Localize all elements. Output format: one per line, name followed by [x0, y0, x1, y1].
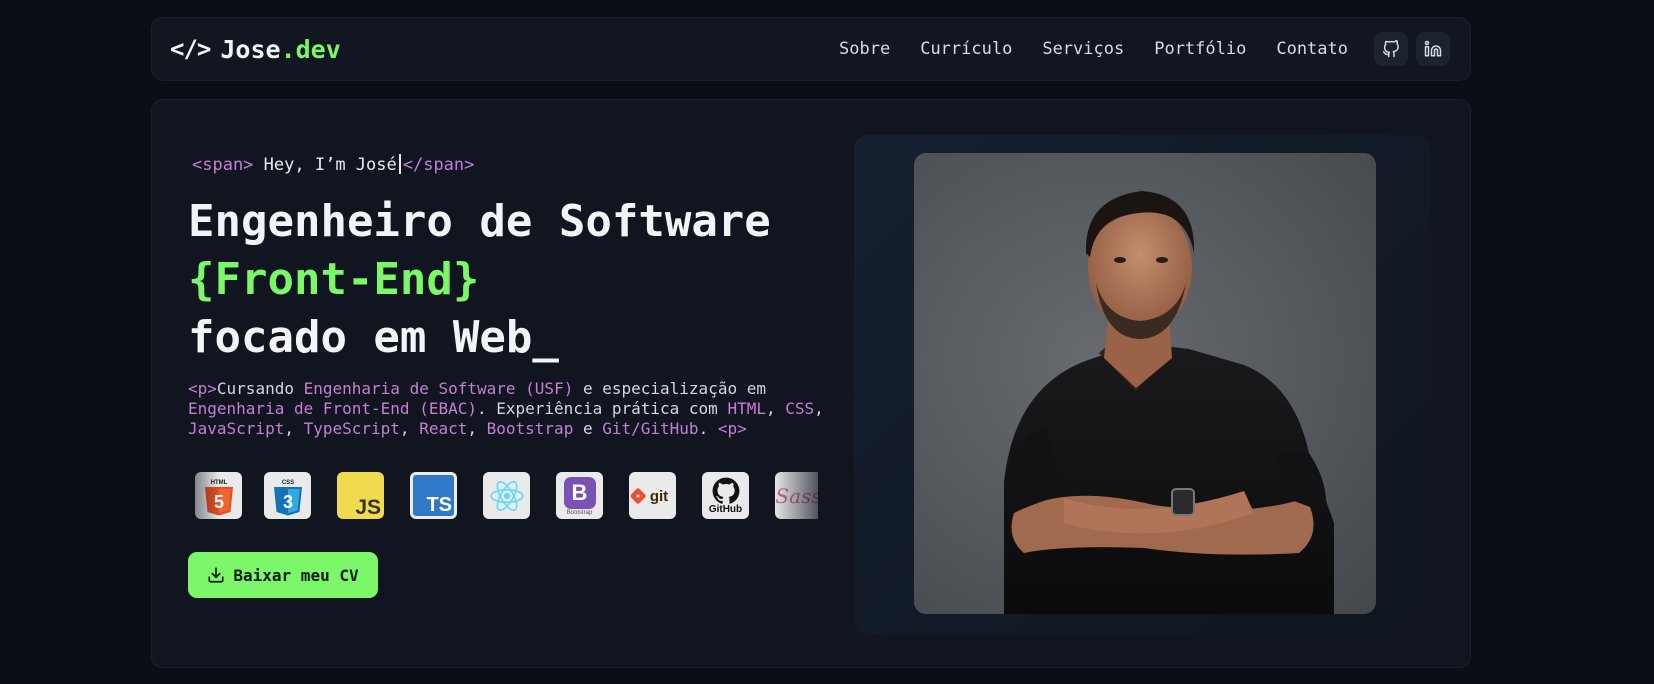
- desc-highlight-html: HTML: [727, 399, 766, 418]
- p-open-tag: <p>: [188, 379, 217, 398]
- download-cv-button[interactable]: Baixar meu CV: [188, 552, 378, 598]
- span-close-tag: </span>: [402, 155, 475, 175]
- nav-right: Sobre Currículo Serviços Portfólio Conta…: [839, 32, 1450, 66]
- hero-description: <p>Cursando Engenharia de Software (USF)…: [188, 379, 828, 439]
- desc-text: .: [698, 419, 709, 438]
- typing-caret: [398, 154, 401, 174]
- github-link-button[interactable]: [1374, 32, 1408, 66]
- nav-links: Sobre Currículo Serviços Portfólio Conta…: [839, 39, 1348, 59]
- desc-highlight-usf: Engenharia de Software (USF): [303, 379, 574, 398]
- download-icon: [208, 567, 224, 583]
- sass-icon: Sass: [775, 472, 818, 519]
- svg-text:CSS: CSS: [281, 480, 293, 486]
- typescript-icon: TS: [410, 472, 457, 519]
- desc-highlight-ebac: Engenharia de Front-End (EBAC): [188, 399, 477, 418]
- nav-link-contato[interactable]: Contato: [1276, 39, 1348, 59]
- nav-link-curriculo[interactable]: Currículo: [920, 39, 1012, 59]
- javascript-icon: JS: [337, 472, 384, 519]
- desc-text: Cursando: [216, 379, 304, 398]
- hero-section: <span> Hey, I’m José </span> Engenheiro d…: [151, 99, 1471, 668]
- desc-highlight-bootstrap: Bootstrap: [486, 419, 574, 438]
- linkedin-link-button[interactable]: [1416, 32, 1450, 66]
- svg-text:3: 3: [282, 492, 292, 512]
- brand-logo[interactable]: </> Jose .dev: [170, 35, 341, 64]
- react-icon: [483, 472, 530, 519]
- svg-text:HTML: HTML: [210, 480, 227, 486]
- intro-text: Hey, I’m José: [263, 155, 397, 175]
- desc-text: e: [573, 419, 603, 438]
- desc-highlight-javascript: JavaScript: [188, 419, 285, 438]
- span-open-tag: <span>: [192, 155, 254, 175]
- brand-tld: .dev: [280, 34, 341, 64]
- github-icon: [1382, 40, 1399, 58]
- headline-line-3: focado em Web_: [188, 312, 559, 363]
- desc-text: e especialização em: [573, 379, 766, 398]
- svg-text:5: 5: [213, 492, 223, 512]
- brand-name: Jose: [220, 34, 281, 64]
- desc-text: ,: [814, 399, 824, 418]
- nav-link-portfolio[interactable]: Portfólio: [1154, 39, 1246, 59]
- code-brackets-icon: </>: [170, 35, 211, 63]
- desc-text: ,: [284, 419, 304, 438]
- p-close-tag: <p>: [717, 419, 747, 438]
- git-icon: git: [629, 472, 676, 519]
- navbar: </> Jose .dev Sobre Currículo Serviços Po…: [151, 17, 1471, 81]
- desc-highlight-react: React: [419, 419, 468, 438]
- desc-highlight-typescript: TypeScript: [303, 419, 400, 438]
- desc-highlight-git: Git/GitHub: [602, 419, 699, 438]
- hero-headline: Engenheiro de Software {Front-End} focad…: [188, 193, 771, 367]
- nav-link-sobre[interactable]: Sobre: [839, 39, 890, 59]
- intro-line: <span> Hey, I’m José </span>: [192, 154, 474, 175]
- nav-link-servicos[interactable]: Serviços: [1042, 39, 1124, 59]
- social-links: [1374, 32, 1450, 66]
- html5-icon: HTML 5: [195, 472, 242, 519]
- tech-carousel: HTML 5 CSS 3 JS TS B Bootstrap git GitHu…: [188, 467, 818, 523]
- desc-highlight-css: CSS: [785, 399, 815, 418]
- download-cv-label: Baixar meu CV: [233, 565, 359, 585]
- desc-text: ,: [467, 419, 487, 438]
- headline-line-2: {Front-End}: [188, 254, 480, 305]
- svg-text:git: git: [649, 488, 667, 505]
- desc-text: ,: [399, 419, 420, 438]
- profile-photo: [914, 153, 1376, 614]
- headline-line-1: Engenheiro de Software: [188, 196, 771, 247]
- desc-text: ,: [765, 399, 786, 418]
- css3-icon: CSS 3: [264, 472, 311, 519]
- desc-text: . Experiência prática com: [476, 399, 728, 418]
- github-icon: GitHub: [702, 472, 749, 519]
- linkedin-icon: [1424, 40, 1442, 57]
- bootstrap-icon: B Bootstrap: [556, 472, 603, 519]
